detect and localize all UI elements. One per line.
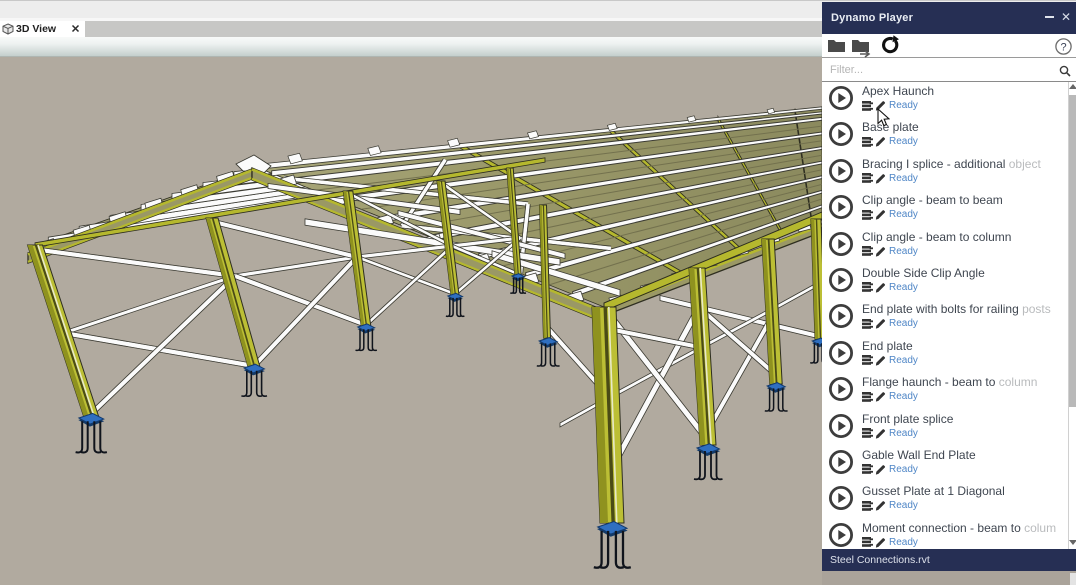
svg-text:?: ? — [1060, 42, 1066, 54]
